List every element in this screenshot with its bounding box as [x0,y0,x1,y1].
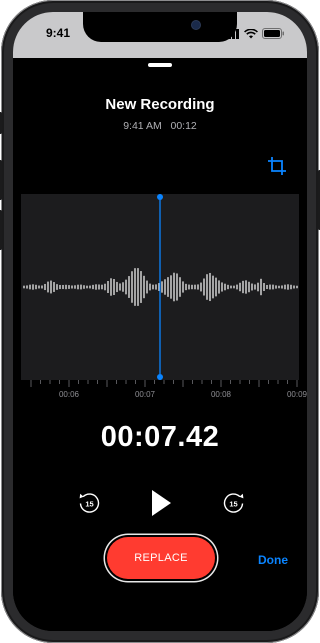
skip-back-seconds: 15 [85,499,93,508]
recording-subtitle: 9:41 AM 00:12 [13,120,307,132]
elapsed-time: 00:07.42 [100,421,220,453]
timeline-label: 00:09 [286,390,307,399]
recording-datetime: 9:41 AM [123,120,162,132]
play-icon[interactable] [149,488,173,518]
wifi-icon [244,29,258,39]
front-camera [192,21,200,29]
waveform-editor[interactable] [21,194,299,380]
replace-button[interactable]: REPLACE [107,537,215,579]
screen: 9:41 New Recording 9:41 AM 00:12 00:06 0… [13,12,307,631]
skip-forward-seconds: 15 [229,499,237,508]
volume-up-button [0,160,2,200]
volume-down-button [0,210,2,250]
skip-back-15-icon[interactable]: 15 [77,491,101,515]
mute-switch [0,112,2,134]
waveform [23,194,298,380]
timeline-label: 00:07 [134,390,156,399]
notch [83,12,237,42]
timeline-label: 00:08 [210,390,232,399]
sheet-grabber[interactable] [148,63,172,67]
crop-icon[interactable] [267,156,287,176]
phone-frame: 9:41 New Recording 9:41 AM 00:12 00:06 0… [0,0,320,643]
done-button[interactable]: Done [258,553,288,567]
timeline-ruler[interactable]: 00:06 00:07 00:08 00:09 [21,380,307,404]
recording-duration: 00:12 [170,120,197,132]
edit-recording-sheet: New Recording 9:41 AM 00:12 00:06 00:07 … [13,58,307,631]
skip-forward-15-icon[interactable]: 15 [222,491,246,515]
status-time: 9:41 [46,26,71,40]
timeline-label: 00:06 [58,390,80,399]
recording-title[interactable]: New Recording [13,96,307,113]
battery-icon [262,28,284,39]
playhead-handle[interactable] [157,194,163,200]
